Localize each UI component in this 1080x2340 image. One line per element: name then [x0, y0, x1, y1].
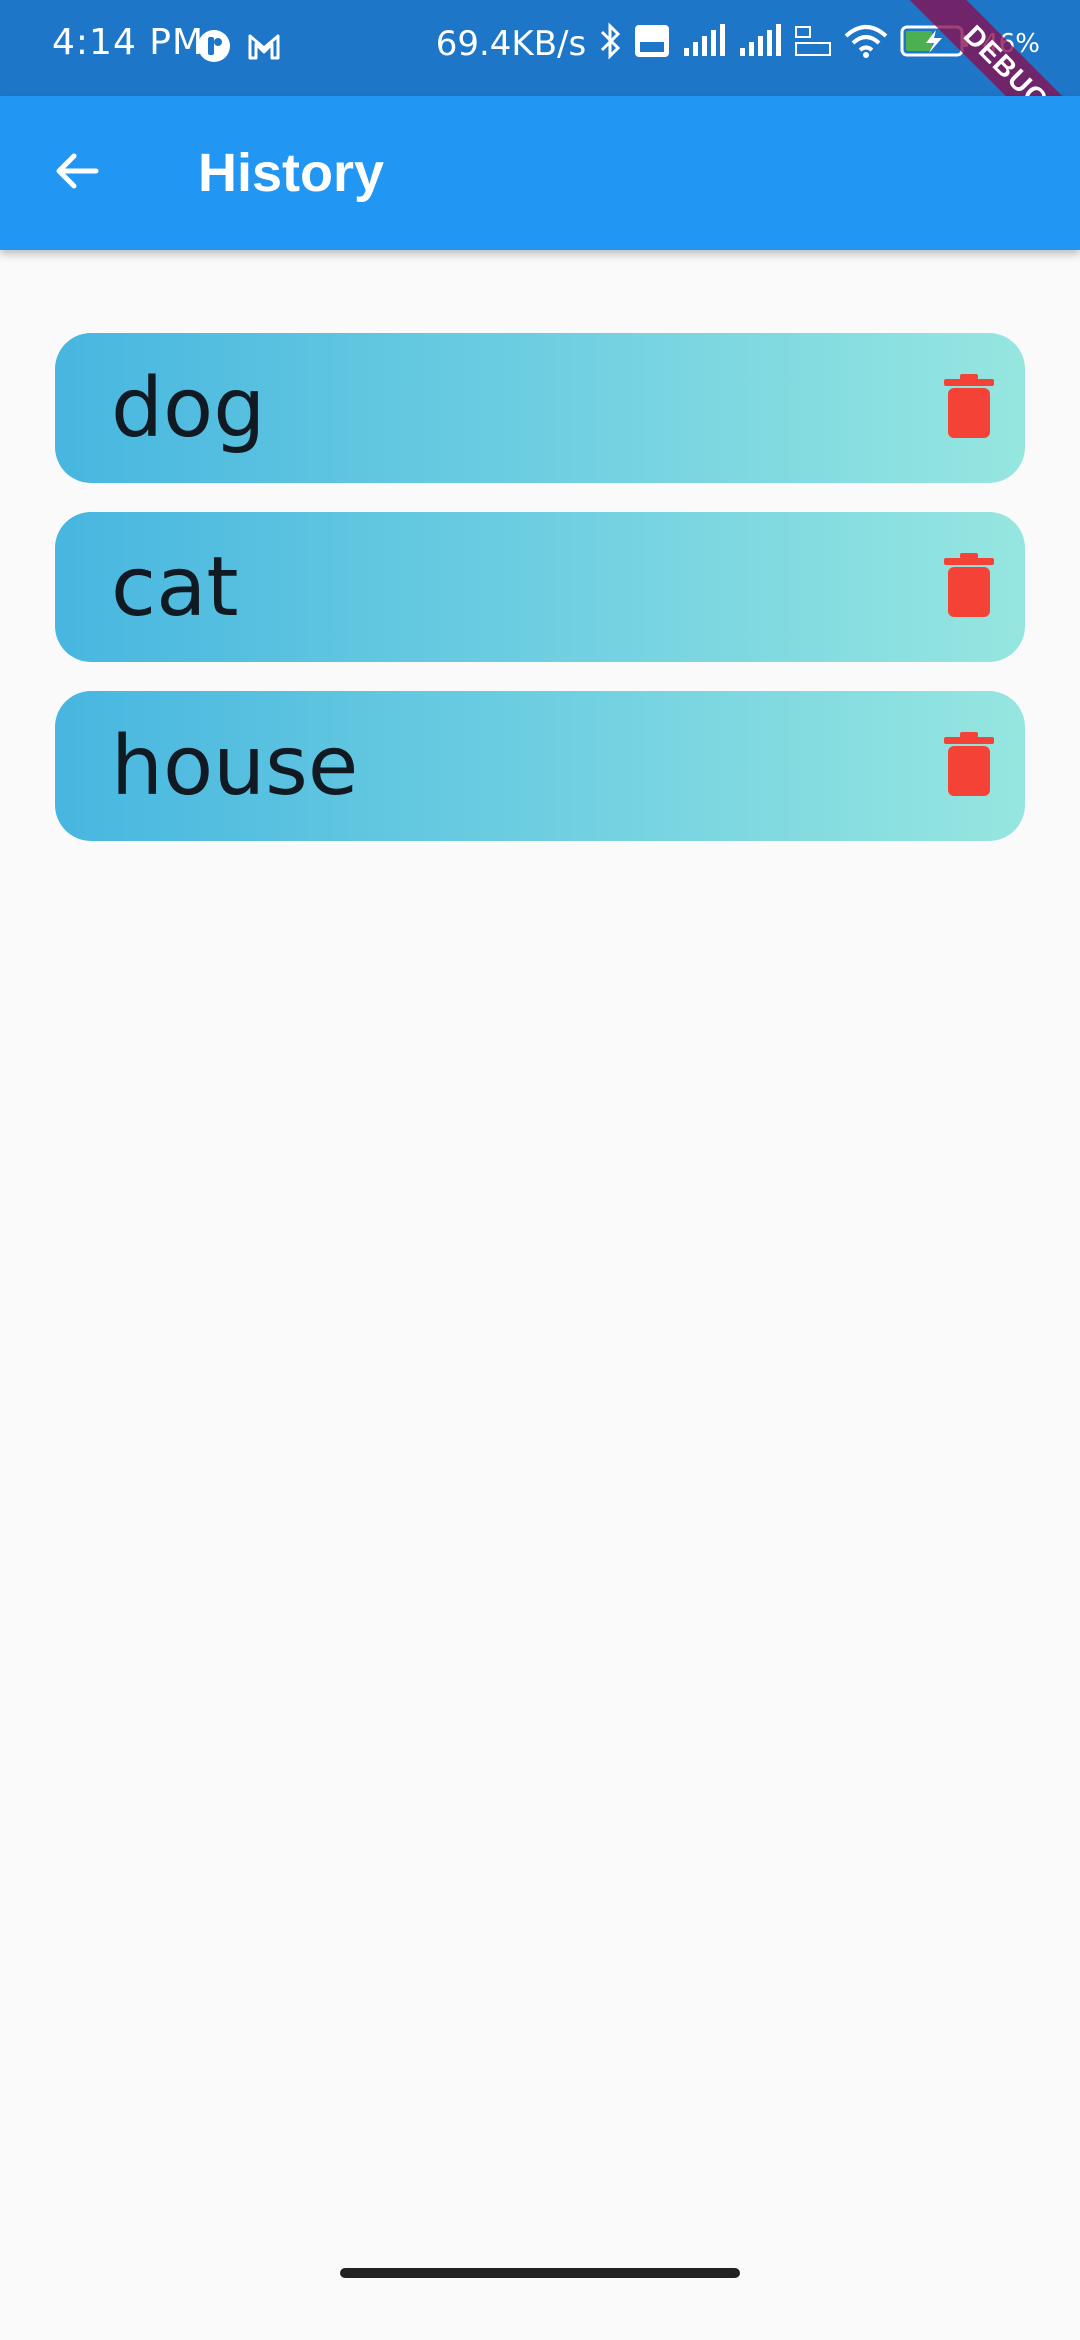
battery-charging-icon: [900, 24, 970, 63]
trash-icon: [944, 373, 994, 443]
signal-icon: [682, 24, 726, 63]
history-item-cat[interactable]: cat: [55, 512, 1025, 662]
status-right: 69.4KB/s 46%: [436, 22, 1040, 65]
history-word: house: [111, 719, 359, 814]
bluetooth-icon: [598, 22, 622, 65]
battery-percent: 46%: [982, 28, 1040, 59]
wifi-icon: [844, 24, 888, 63]
vowifi-icon: [794, 23, 832, 64]
history-list: dog cat house: [55, 333, 1025, 870]
arrow-back-icon: [52, 147, 100, 200]
delete-button[interactable]: [941, 731, 997, 801]
delete-button[interactable]: [941, 552, 997, 622]
trash-icon: [944, 552, 994, 622]
net-speed: 69.4KB/s: [435, 23, 587, 64]
app-icon: [196, 28, 232, 69]
history-word: cat: [111, 540, 239, 635]
trash-icon: [944, 731, 994, 801]
page-title: History: [198, 143, 385, 203]
status-time: 4:14 PM: [52, 22, 205, 63]
app-bar: History: [0, 96, 1080, 250]
status-left-icons: [196, 28, 282, 69]
history-item-house[interactable]: house: [55, 691, 1025, 841]
gmail-icon: [246, 28, 282, 69]
volte-icon: [634, 24, 670, 63]
history-item-dog[interactable]: dog: [55, 333, 1025, 483]
history-word: dog: [111, 361, 266, 456]
status-bar: 4:14 PM 69.4KB/s 46%: [0, 0, 1080, 96]
delete-button[interactable]: [941, 373, 997, 443]
home-indicator[interactable]: [340, 2268, 740, 2278]
back-button[interactable]: [40, 137, 112, 209]
signal-icon: [738, 24, 782, 63]
